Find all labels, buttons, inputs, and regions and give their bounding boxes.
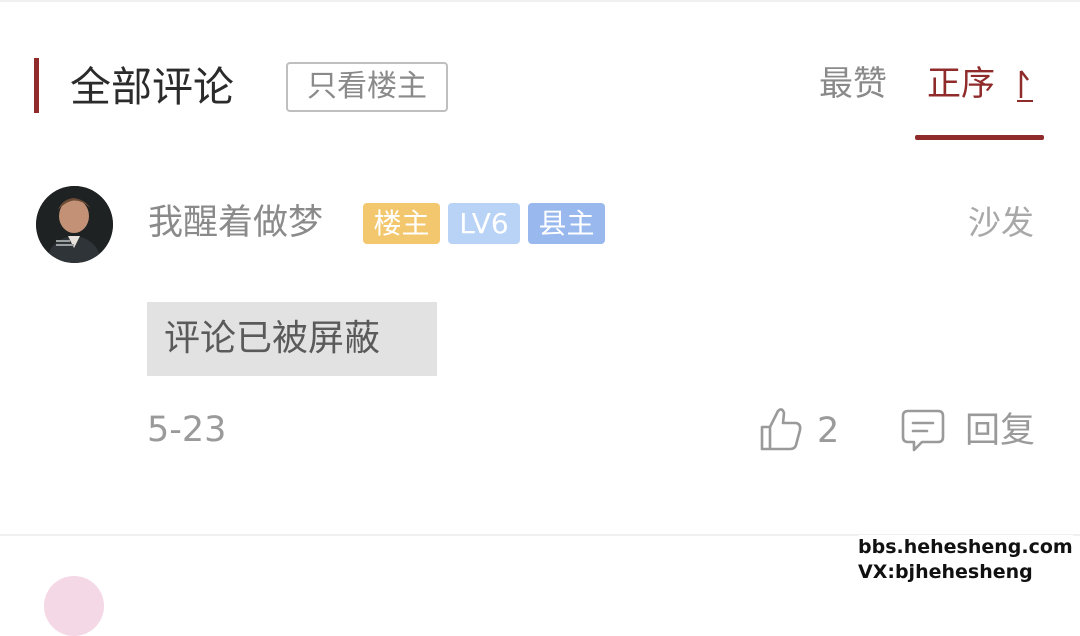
top-divider [0, 0, 1080, 2]
section-accent-bar [34, 58, 39, 113]
section-title: 全部评论 [70, 63, 234, 111]
like-count[interactable]: 2 [817, 408, 839, 454]
avatar[interactable] [36, 186, 113, 263]
title-badge: 县主 [528, 203, 605, 244]
next-comment-avatar[interactable] [44, 576, 104, 636]
comment-date: 5-23 [147, 410, 227, 450]
floor-label: 沙发 [968, 203, 1034, 242]
thumbs-up-icon[interactable] [758, 405, 804, 453]
comment-username[interactable]: 我醒着做梦 [148, 199, 323, 247]
level-badge: LV6 [448, 203, 520, 244]
comment-bubble-icon[interactable] [900, 407, 946, 455]
watermark-line-1: bbs.hehesheng.com [858, 535, 1073, 559]
comment-content: 评论已被屏蔽 [147, 302, 437, 376]
active-tab-indicator [915, 135, 1044, 140]
sort-by-order-tab[interactable]: 正序 [927, 60, 995, 108]
owner-only-button[interactable]: 只看楼主 [286, 62, 448, 112]
sort-by-likes-tab[interactable]: 最赞 [819, 60, 887, 108]
sort-arrow-icon[interactable] [1015, 68, 1035, 104]
owner-badge: 楼主 [363, 203, 440, 244]
reply-button[interactable]: 回复 [965, 408, 1035, 454]
watermark-line-2: VX:bjhehesheng [858, 560, 1033, 584]
